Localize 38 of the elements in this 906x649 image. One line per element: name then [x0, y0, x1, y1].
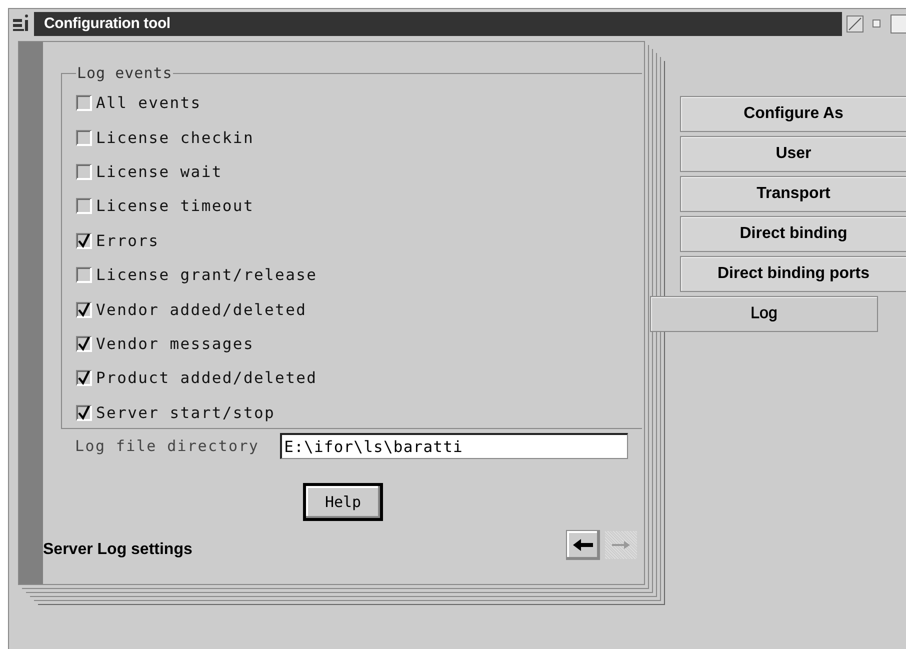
checkbox[interactable]: [76, 130, 92, 146]
status-text: Server Log settings: [43, 541, 194, 559]
checkbox-label: Errors: [96, 232, 160, 250]
tab[interactable]: Configure As: [680, 96, 906, 132]
checkbox-label: Vendor messages: [96, 334, 254, 353]
tab[interactable]: User: [680, 136, 906, 172]
checkbox-label: Vendor added/deleted: [96, 300, 307, 319]
checkbox-label: License grant/release: [96, 266, 318, 284]
system-menu-icon[interactable]: [12, 14, 30, 34]
checkbox[interactable]: [76, 164, 92, 180]
previous-page-button[interactable]: [566, 530, 600, 560]
tab[interactable]: Log: [650, 296, 878, 332]
right-arrow-icon: [612, 540, 630, 550]
checkbox[interactable]: [76, 232, 92, 249]
tab[interactable]: Direct binding ports: [680, 256, 906, 292]
checkbox[interactable]: [76, 404, 92, 421]
checkbox-label: License wait: [96, 162, 222, 181]
window-title: Configuration tool: [34, 12, 842, 36]
checkbox-label: License timeout: [96, 197, 254, 216]
checkbox-label: Product added/deleted: [96, 369, 318, 388]
checkbox[interactable]: [76, 95, 92, 112]
minimize-icon[interactable]: [846, 15, 864, 33]
maximize-icon[interactable]: [890, 14, 906, 34]
checkbox[interactable]: [76, 370, 92, 386]
field-label: Log file directory: [75, 437, 260, 455]
checkbox[interactable]: [76, 198, 92, 214]
checkbox-label: All events: [96, 94, 202, 112]
tab[interactable]: Direct binding: [680, 216, 906, 252]
checkbox-label: Server start/stop: [96, 404, 276, 422]
checkbox-label: License checkin: [96, 128, 254, 147]
help-button[interactable]: Help: [303, 483, 383, 521]
checkbox[interactable]: [76, 267, 92, 284]
checkbox[interactable]: [76, 302, 92, 318]
tab[interactable]: Transport: [680, 176, 906, 212]
left-arrow-icon: [573, 539, 593, 551]
group-title: Log events: [76, 64, 174, 82]
directory-field[interactable]: E:\ifor\ls\baratti: [280, 433, 628, 459]
checkbox[interactable]: [76, 336, 92, 352]
